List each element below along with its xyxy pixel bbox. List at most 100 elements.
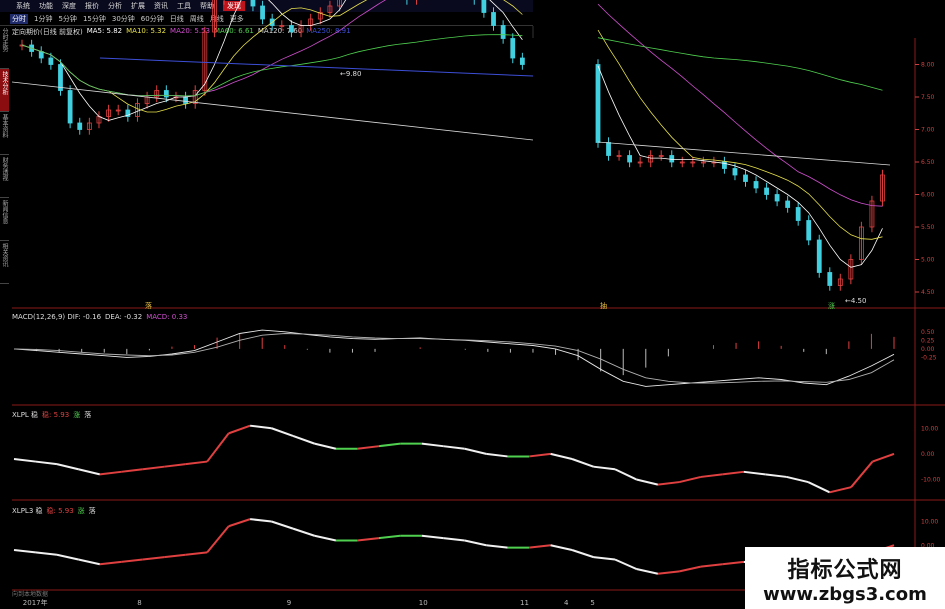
xlpl3-segment bbox=[486, 544, 508, 549]
ma5-line bbox=[21, 0, 883, 268]
high-annotation: ←9.80 bbox=[340, 70, 361, 78]
xlpl-segment bbox=[13, 458, 36, 463]
xlpl-segment bbox=[486, 452, 508, 458]
x-tick-label: 5 bbox=[590, 599, 594, 607]
candle-body bbox=[669, 155, 675, 163]
candle-body bbox=[38, 51, 44, 59]
ma20-line bbox=[21, 0, 883, 207]
candle-body bbox=[732, 168, 738, 176]
xlpl3-segment bbox=[550, 544, 573, 551]
xlpl3-segment bbox=[529, 544, 551, 549]
xlpl3-segment bbox=[142, 556, 165, 561]
signal-right: 涨 bbox=[828, 301, 835, 310]
xlpl3-segment bbox=[421, 534, 444, 540]
xlpl-segment bbox=[636, 478, 659, 486]
xlpl-tick-label: 0.00 bbox=[921, 451, 935, 458]
candle-body bbox=[827, 272, 833, 286]
xlpl-segment bbox=[121, 468, 143, 473]
candle-body bbox=[753, 181, 759, 189]
xlpl3-segment bbox=[443, 537, 465, 542]
xlpl-segment bbox=[271, 427, 294, 437]
candle-body bbox=[595, 64, 601, 143]
xlpl3-segment bbox=[271, 520, 294, 530]
price-tick-label: 7.00 bbox=[921, 127, 935, 134]
xlpl3-segment bbox=[657, 570, 680, 575]
xlpl3-segment bbox=[593, 556, 616, 561]
ma10-line bbox=[21, 0, 883, 240]
signal-left: 落 bbox=[145, 301, 152, 310]
xlpl3-segment bbox=[164, 553, 186, 559]
xlpl3-segment bbox=[378, 534, 401, 540]
dif-line bbox=[13, 329, 895, 387]
xlpl-segment bbox=[421, 442, 444, 448]
candle-body bbox=[816, 239, 822, 273]
xlpl-segment bbox=[786, 475, 809, 484]
xlpl3-segment bbox=[571, 549, 594, 559]
price-tick-label: 4.50 bbox=[921, 289, 935, 296]
dea-line bbox=[13, 333, 895, 384]
ma250-line bbox=[99, 57, 534, 77]
price-tick-label: 6.50 bbox=[921, 159, 935, 166]
xlpl-segment bbox=[292, 434, 315, 445]
xlpl-segment bbox=[807, 481, 831, 494]
x-tick-label: 8 bbox=[137, 599, 141, 607]
candle-body bbox=[500, 25, 506, 39]
x-tick-label: 10 bbox=[419, 599, 428, 607]
price-tick-label: 8.00 bbox=[921, 62, 935, 69]
xlpl-segment bbox=[657, 481, 680, 486]
price-tick-label: 5.50 bbox=[921, 224, 935, 231]
candle-body bbox=[77, 122, 83, 130]
xlpl3-segment bbox=[314, 534, 337, 542]
x-tick-label: 2017年 bbox=[23, 598, 48, 607]
xlpl-segment bbox=[228, 424, 251, 435]
candle-body bbox=[48, 57, 54, 65]
xlpl3-tick-label: 10.00 bbox=[921, 519, 938, 526]
stock-chart: 8.00 7.50 7.00 6.50 6.00 5.50 5.00 4.50 ←9.80 ←4.… bbox=[11, 0, 945, 607]
price-tick-label: 6.00 bbox=[921, 192, 935, 199]
xlpl-segment bbox=[765, 473, 787, 478]
price-tick-label: 5.00 bbox=[921, 257, 935, 264]
xlpl-segment bbox=[700, 473, 723, 478]
candle-body bbox=[743, 174, 748, 182]
xlpl-segment bbox=[829, 486, 852, 494]
footer-text: 向到本地数据 bbox=[12, 591, 49, 598]
xlpl-segment bbox=[164, 463, 186, 468]
signal-mid: 抽 bbox=[600, 301, 607, 310]
candle-body bbox=[764, 187, 769, 195]
logo-line1: 指标公式网 bbox=[787, 557, 903, 583]
macd-tick-label: 0.50 bbox=[921, 329, 935, 336]
candle-body bbox=[627, 155, 633, 163]
xlpl-segment bbox=[529, 452, 551, 458]
candle-body bbox=[163, 90, 169, 98]
ma60-line bbox=[21, 34, 883, 97]
xlpl-segment bbox=[464, 447, 487, 455]
candle-body bbox=[58, 64, 63, 91]
xlpl-segment bbox=[593, 465, 616, 471]
macd-tick-label: -0.25 bbox=[921, 354, 937, 361]
xlpl-segment bbox=[56, 463, 79, 471]
candle-body bbox=[785, 200, 791, 208]
xlpl-segment bbox=[571, 458, 594, 468]
xlpl-segment bbox=[614, 468, 637, 481]
xlpl3-segment bbox=[464, 539, 487, 547]
xlpl-segment bbox=[443, 445, 465, 450]
candle-body bbox=[183, 96, 188, 104]
macd-tick-label: 0.25 bbox=[921, 337, 935, 344]
xlpl-segment bbox=[357, 445, 379, 450]
low-annotation: ←4.50 bbox=[845, 297, 866, 305]
xlpl3-segment bbox=[700, 563, 723, 568]
xlpl-segment bbox=[378, 442, 401, 448]
xlpl3-segment bbox=[56, 553, 79, 561]
candle-body bbox=[795, 207, 801, 221]
xlpl-segment bbox=[99, 470, 122, 476]
xlpl3-segment bbox=[78, 558, 101, 566]
x-tick-label: 4 bbox=[564, 599, 569, 607]
xlpl-segment bbox=[679, 475, 702, 484]
candle-body bbox=[289, 25, 294, 33]
xlpl3-segment bbox=[13, 549, 36, 554]
macd-tick-label: 0.00 bbox=[921, 346, 935, 353]
x-tick-label: 9 bbox=[287, 599, 291, 607]
candle-body bbox=[510, 38, 516, 59]
xlpl-segment bbox=[550, 452, 573, 460]
candle-body bbox=[260, 5, 265, 20]
